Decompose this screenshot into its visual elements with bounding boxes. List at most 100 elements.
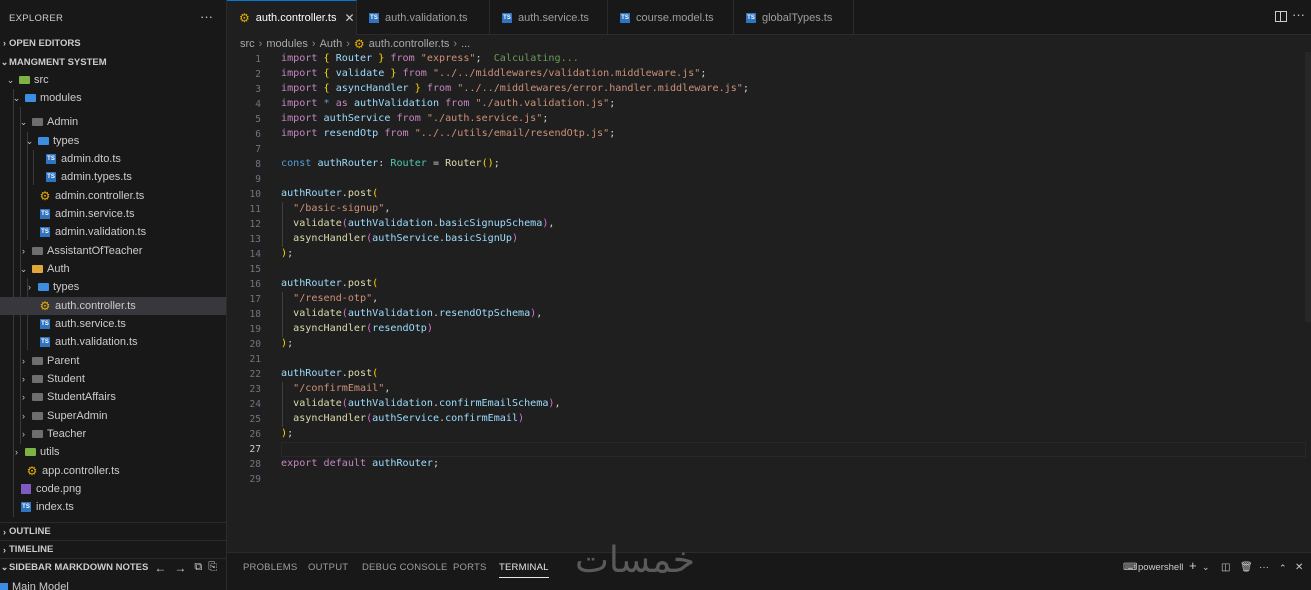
chevron-down-icon: ⌄ xyxy=(19,116,28,127)
tab-ports[interactable]: PORTS xyxy=(453,562,487,573)
tree-folder-studentaffairs[interactable]: › StudentAffairs xyxy=(0,388,226,406)
chevron-down-icon[interactable]: ⌄ xyxy=(1202,562,1210,573)
tree-folder-teacher[interactable]: › Teacher xyxy=(0,425,226,443)
chevron-right-icon: › xyxy=(22,356,25,367)
tree-folder-utils[interactable]: › utils xyxy=(0,443,226,461)
arrow-right-icon[interactable]: → xyxy=(174,561,186,575)
breadcrumb-item[interactable]: ... xyxy=(461,38,470,50)
typescript-file-icon: TS xyxy=(46,172,56,183)
tree-file-app-controller[interactable]: ⚙ app.controller.ts xyxy=(0,462,226,480)
code-line: validate(authValidation.basicSignupSchem… xyxy=(293,218,555,229)
tree-folder-superadmin[interactable]: › SuperAdmin xyxy=(0,407,226,425)
breadcrumb-item[interactable]: src xyxy=(240,38,255,50)
tree-label: auth.service.ts xyxy=(55,318,126,331)
tree-folder-modules[interactable]: ⌄ modules xyxy=(0,89,226,107)
breadcrumb-item[interactable]: Auth xyxy=(320,38,343,50)
tree-file-admin-dto[interactable]: TS admin.dto.ts xyxy=(0,150,226,168)
tree-file-auth-validation[interactable]: TS auth.validation.ts xyxy=(0,333,226,351)
tree-file-index[interactable]: TS index.ts xyxy=(0,498,226,516)
tab-global-types[interactable]: TS globalTypes.ts xyxy=(734,0,854,35)
chevron-right-icon: › xyxy=(22,374,25,385)
tree-label: admin.validation.ts xyxy=(55,226,147,239)
markdown-notes-section[interactable]: ⌄ SIDEBAR MARKDOWN NOTES ← → ⧉ ⎘ xyxy=(0,558,226,576)
outline-section[interactable]: › OUTLINE xyxy=(0,522,226,540)
tree-folder-src[interactable]: ⌄ src xyxy=(0,71,226,89)
tree-folder-student[interactable]: › Student xyxy=(0,370,226,388)
tree-folder-parent[interactable]: › Parent xyxy=(0,352,226,370)
tree-label: Parent xyxy=(47,355,80,368)
code-line: "/basic-signup", xyxy=(293,203,391,214)
project-section[interactable]: ⌄ MANGMENT SYSTEM xyxy=(0,53,226,71)
tree-file-admin-types[interactable]: TS admin.types.ts xyxy=(0,168,226,186)
split-editor-icon[interactable] xyxy=(1275,11,1287,22)
vertical-scrollbar[interactable] xyxy=(1305,52,1311,322)
breadcrumb-item[interactable]: auth.controller.ts xyxy=(369,38,450,50)
line-number: 26 xyxy=(249,429,261,440)
chevron-up-icon[interactable]: ⌃ xyxy=(1279,563,1287,574)
gear-icon: ⚙ xyxy=(353,36,365,51)
tree-folder-assistant[interactable]: › AssistantOfTeacher xyxy=(0,242,226,260)
tree-file-auth-controller[interactable]: ⚙ auth.controller.ts xyxy=(0,297,226,316)
tree-folder-auth[interactable]: ⌄ Auth xyxy=(0,260,226,278)
tree-label: src xyxy=(34,74,49,87)
terminal-name[interactable]: powershell xyxy=(1138,562,1183,573)
tree-file-auth-service[interactable]: TS auth.service.ts xyxy=(0,315,226,333)
typescript-file-icon: TS xyxy=(40,319,50,330)
arrow-left-icon[interactable]: ← xyxy=(154,561,166,575)
tab-output[interactable]: OUTPUT xyxy=(308,562,348,573)
gear-icon: ⚙ xyxy=(39,188,51,203)
explorer-title: EXPLORER xyxy=(9,13,64,24)
tree-label: admin.service.ts xyxy=(55,208,135,221)
typescript-file-icon: TS xyxy=(40,227,50,238)
tree-label: auth.controller.ts xyxy=(55,300,136,313)
tree-file-admin-service[interactable]: TS admin.service.ts xyxy=(0,205,226,223)
close-panel-icon[interactable]: ✕ xyxy=(1295,562,1303,573)
folder-icon xyxy=(31,429,43,440)
tree-label: SuperAdmin xyxy=(47,410,108,423)
chevron-down-icon: ⌄ xyxy=(19,263,28,274)
timeline-section[interactable]: › TIMELINE xyxy=(0,540,226,558)
chevron-right-icon: › xyxy=(3,38,6,48)
tab-problems[interactable]: PROBLEMS xyxy=(243,562,297,573)
tab-debug-console[interactable]: DEBUG CONSOLE xyxy=(362,562,447,573)
trash-icon[interactable]: 🗑 xyxy=(1240,562,1253,573)
more-actions-icon[interactable]: ··· xyxy=(1259,562,1269,573)
add-terminal-icon[interactable]: + xyxy=(1189,558,1197,573)
tab-auth-controller[interactable]: ⚙ auth.controller.ts ✕ xyxy=(227,0,357,35)
folder-admin-icon xyxy=(31,117,43,128)
line-number: 6 xyxy=(255,129,261,140)
breadcrumb-item[interactable]: modules xyxy=(266,38,308,50)
typescript-file-icon: TS xyxy=(40,209,50,220)
line-number: 7 xyxy=(255,144,261,155)
tree-file-admin-controller[interactable]: ⚙ admin.controller.ts xyxy=(0,187,226,205)
outline-label: OUTLINE xyxy=(9,526,51,537)
tree-folder-auth-types[interactable]: › types xyxy=(0,278,226,296)
tab-course-model[interactable]: TS course.model.ts xyxy=(608,0,734,35)
line-number: 24 xyxy=(249,399,261,410)
line-number: 14 xyxy=(249,249,261,260)
new-note-icon[interactable]: ⎘ xyxy=(208,561,217,574)
more-actions-icon[interactable]: ··· xyxy=(1292,7,1305,22)
tree-label: utils xyxy=(40,446,60,459)
tab-auth-validation[interactable]: TS auth.validation.ts xyxy=(357,0,490,35)
code-editor[interactable]: 1 2 3 4 5 6 7 8 9 10 11 12 13 14 15 16 17 18 19 20 21 22 23 24 2… xyxy=(227,52,1311,552)
current-line-highlight xyxy=(281,442,1306,457)
code-line: "/confirmEmail", xyxy=(293,383,391,394)
split-terminal-icon[interactable]: ◫ xyxy=(1221,562,1230,573)
tree-folder-admin-types[interactable]: ⌄ types xyxy=(0,132,226,150)
markdown-note-item[interactable]: Main Model xyxy=(0,578,226,590)
tab-auth-service[interactable]: TS auth.service.ts xyxy=(490,0,608,35)
chevron-down-icon: ⌄ xyxy=(12,92,21,103)
tree-folder-admin[interactable]: ⌄ Admin xyxy=(0,113,226,131)
tab-terminal[interactable]: TERMINAL xyxy=(499,562,549,578)
typescript-file-icon: TS xyxy=(21,502,31,513)
close-icon[interactable]: ✕ xyxy=(344,11,354,25)
tree-label: code.png xyxy=(36,483,82,496)
explorer-more-icon[interactable]: ··· xyxy=(200,9,213,24)
open-preview-icon[interactable]: ⧉ xyxy=(194,561,202,574)
open-editors-section[interactable]: › OPEN EDITORS xyxy=(0,34,226,52)
watermark-logo: خمسات xyxy=(575,540,696,581)
tree-file-code-png[interactable]: code.png xyxy=(0,480,226,498)
tree-file-admin-validation[interactable]: TS admin.validation.ts xyxy=(0,223,226,241)
code-line: ); xyxy=(281,248,294,259)
